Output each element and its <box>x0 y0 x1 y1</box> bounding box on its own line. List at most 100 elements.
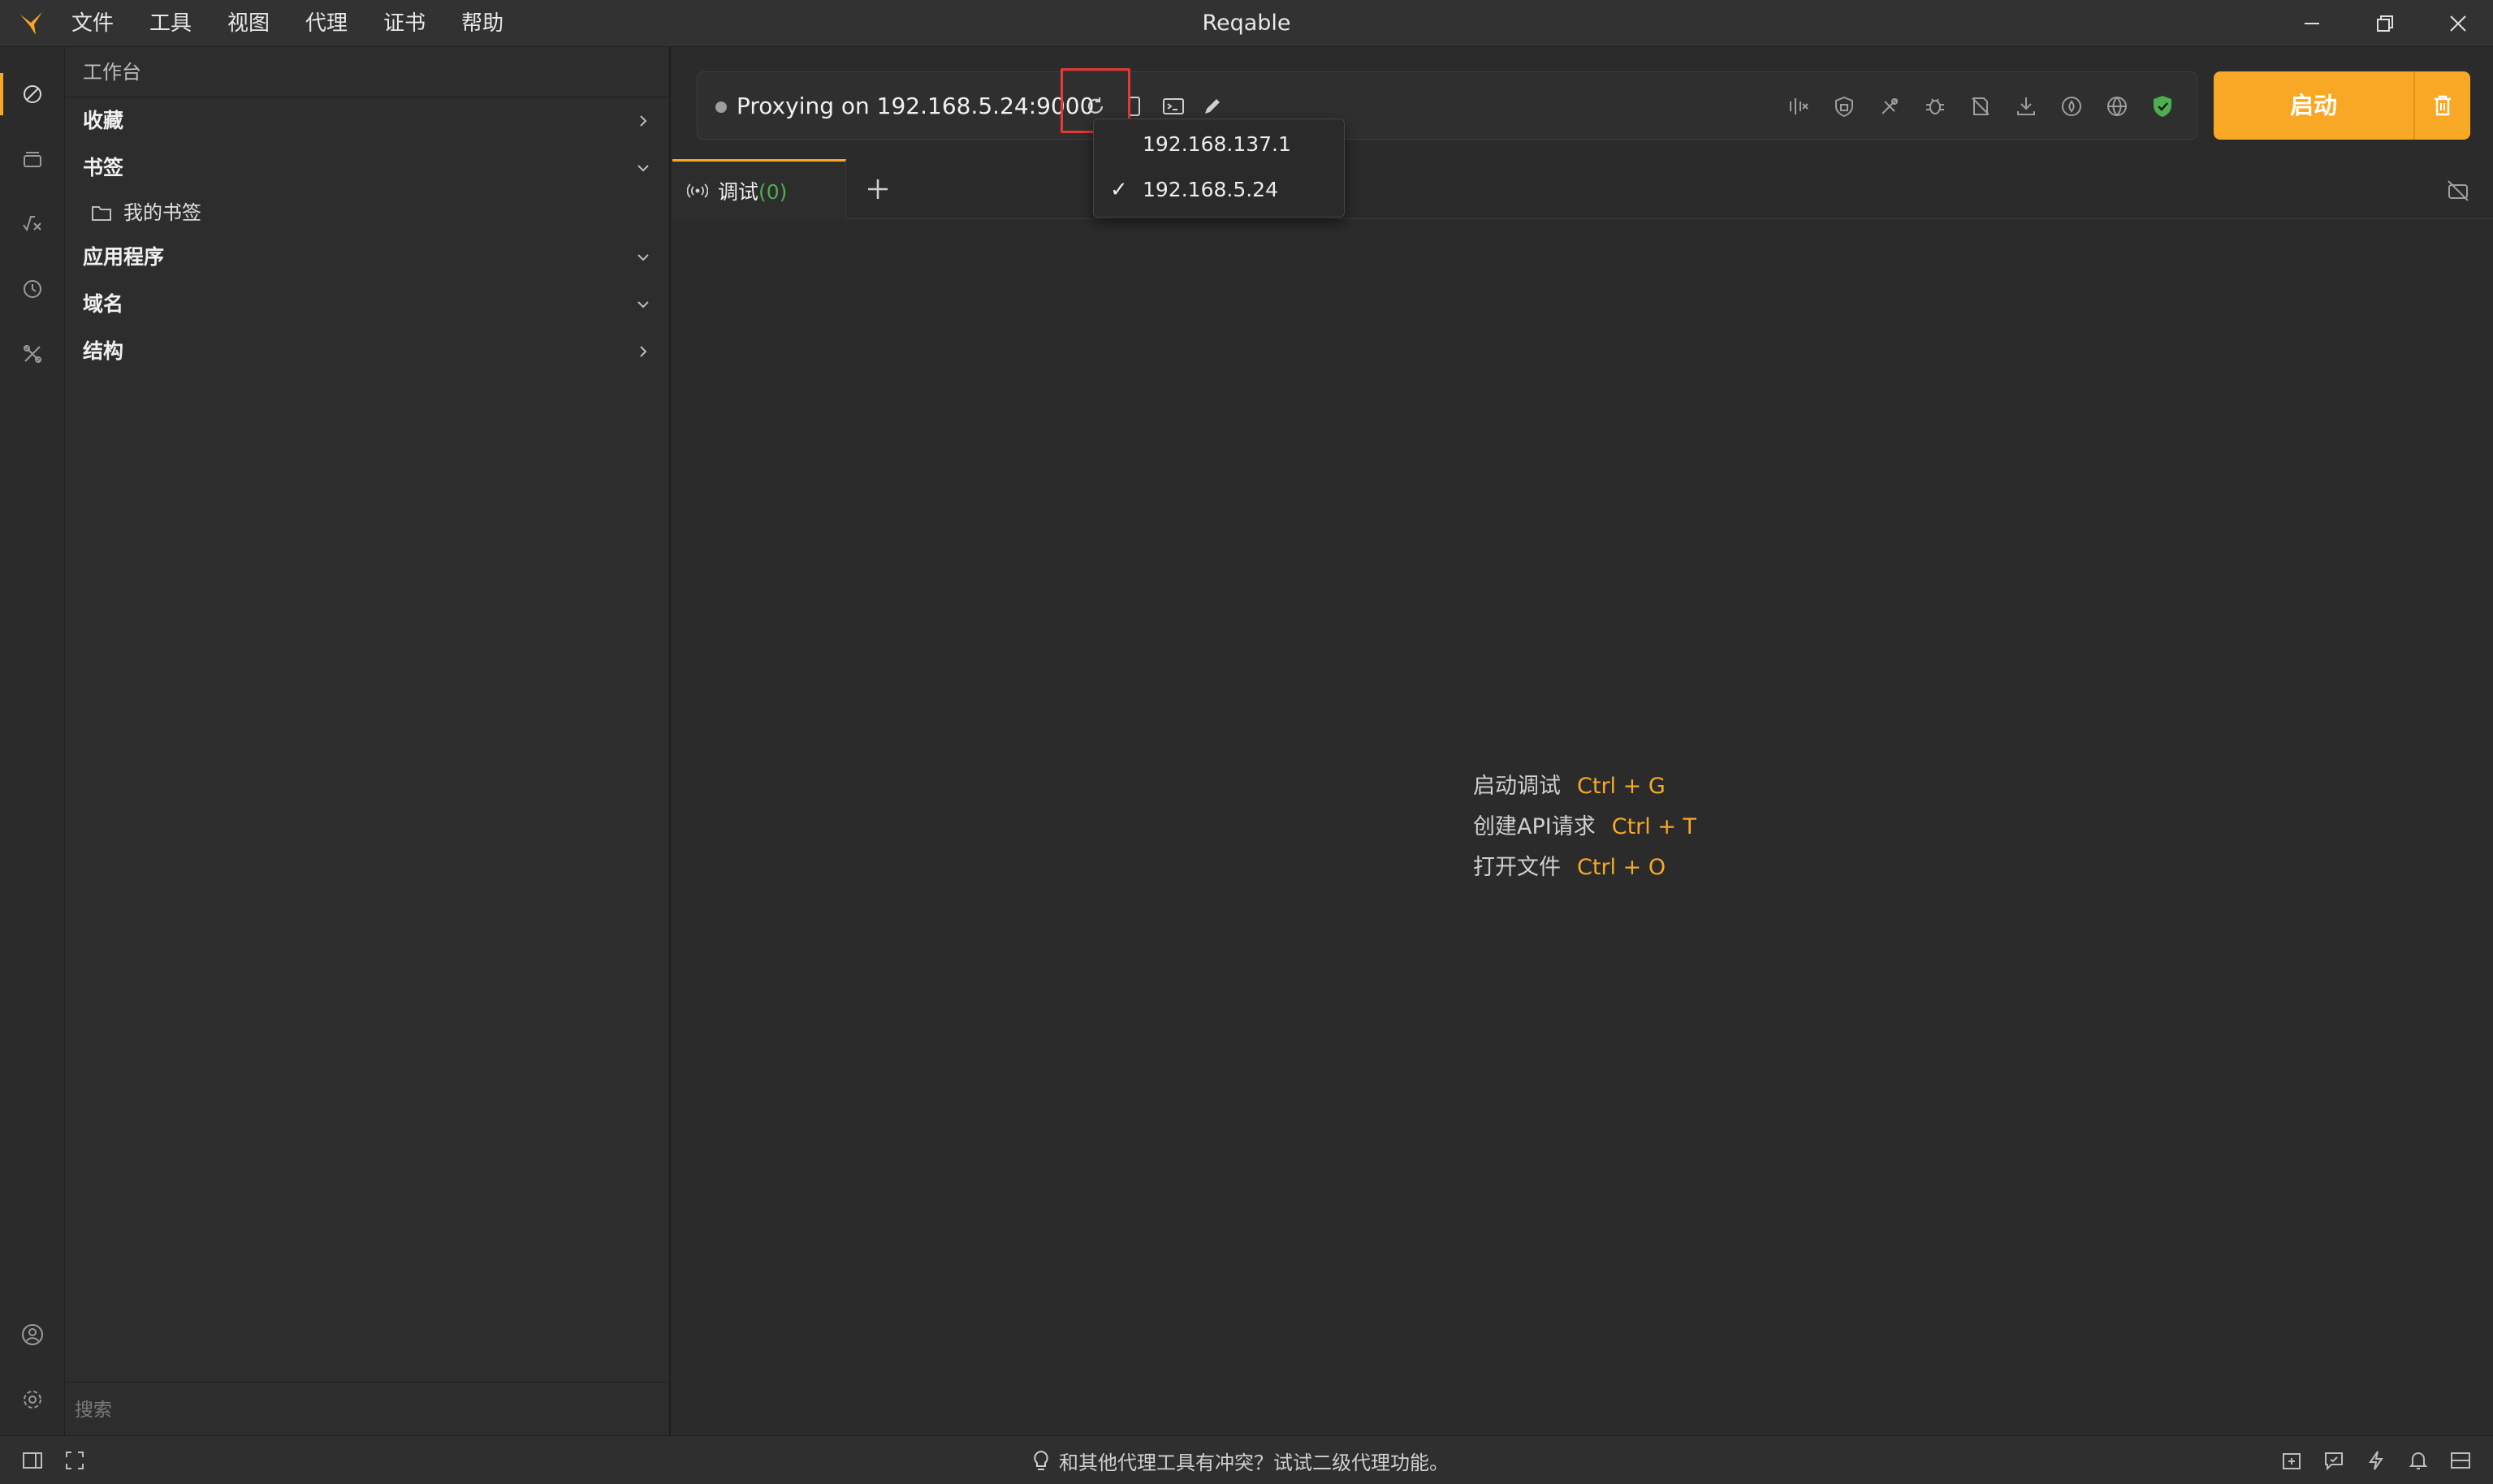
terminal-icon <box>1163 98 1184 114</box>
sidebar-toggle-icon <box>23 1452 42 1469</box>
download-button[interactable] <box>2011 92 2041 121</box>
collections-button[interactable] <box>0 127 65 192</box>
section-label: 应用程序 <box>83 245 165 269</box>
section-label: 书签 <box>83 156 124 179</box>
gateway-button[interactable] <box>2102 92 2132 121</box>
section-favorites[interactable]: 收藏 <box>65 97 669 145</box>
compare-button[interactable] <box>1784 92 1813 121</box>
bell-icon <box>2409 1452 2428 1469</box>
tab-debug[interactable]: 调试(0) <box>672 159 846 219</box>
menu-help[interactable]: 帮助 <box>461 0 521 47</box>
sidebar: 工作台 收藏 书签 我的书签 应用程序 域名 结构 <box>65 47 671 1436</box>
hint-create-api: 创建API请求 Ctrl + T <box>1473 807 1696 848</box>
rewrite-button[interactable] <box>1875 92 1904 121</box>
tab-bar: 调试(0) <box>672 159 2493 219</box>
bookmark-folder-item[interactable]: 我的书签 <box>65 192 669 234</box>
add-tab-button[interactable] <box>861 172 895 206</box>
menu-file[interactable]: 文件 <box>71 0 132 47</box>
chevron-down-icon <box>637 301 649 308</box>
section-label: 结构 <box>83 339 124 363</box>
status-tip[interactable]: 和其他代理工具有冲突？试试二级代理功能。 <box>1031 1436 1449 1484</box>
export-button[interactable] <box>2279 1447 2305 1473</box>
shield-button[interactable] <box>2148 92 2177 121</box>
checkmark-icon: ✓ <box>1110 178 1128 202</box>
settings-button[interactable] <box>0 1367 65 1432</box>
toggle-sidebar-button[interactable] <box>19 1447 45 1473</box>
proxy-status-text[interactable]: Proxying on 192.168.5.24:9000 <box>737 72 1094 140</box>
edit-button[interactable] <box>1198 92 1227 121</box>
mobile-setup-button[interactable] <box>1120 92 1149 121</box>
menu-view[interactable]: 视图 <box>227 0 287 47</box>
script-button[interactable] <box>1966 92 1995 121</box>
section-bookmarks[interactable]: 书签 <box>65 145 669 192</box>
feedback-icon <box>2325 1452 2343 1471</box>
fullscreen-button[interactable] <box>62 1447 88 1473</box>
account-button[interactable] <box>0 1302 65 1367</box>
tab-debug-label: 调试(0) <box>718 176 787 205</box>
throttle-icon <box>2062 97 2081 116</box>
ip-dropdown-menu: 192.168.137.1 ✓ 192.168.5.24 <box>1093 119 1345 218</box>
flash-icon <box>2369 1451 2383 1470</box>
function-icon <box>23 216 41 232</box>
workbench-button[interactable] <box>0 62 65 127</box>
refresh-ip-button[interactable] <box>1081 92 1110 121</box>
hint-start-debug: 启动调试 Ctrl + G <box>1473 766 1696 807</box>
menu-proxy[interactable]: 代理 <box>305 0 365 47</box>
edit-icon <box>1205 99 1220 114</box>
menu-tools[interactable]: 工具 <box>149 0 210 47</box>
feedback-button[interactable] <box>2321 1447 2347 1473</box>
hide-panel-button[interactable] <box>2444 177 2472 205</box>
history-icon <box>24 280 41 298</box>
start-button[interactable]: 启动 <box>2214 71 2470 140</box>
section-domains[interactable]: 域名 <box>65 281 669 328</box>
clear-button[interactable] <box>2415 71 2470 140</box>
history-button[interactable] <box>0 257 65 321</box>
breakpoint-button[interactable] <box>1921 92 1950 121</box>
menu-certificate[interactable]: 证书 <box>383 0 443 47</box>
search-input[interactable] <box>65 1383 669 1436</box>
flash-button[interactable] <box>2363 1447 2389 1473</box>
tools-icon <box>24 345 41 363</box>
throttle-button[interactable] <box>2057 92 2086 121</box>
section-structure[interactable]: 结构 <box>65 328 669 375</box>
proxy-toolbar: Proxying on 192.168.5.24:9000 <box>697 71 2197 140</box>
minimize-button[interactable] <box>2275 0 2348 47</box>
restore-icon <box>2377 15 2393 32</box>
chevron-down-icon <box>637 254 649 261</box>
folder-icon <box>92 206 111 221</box>
layout-icon <box>2451 1452 2470 1469</box>
activity-bar <box>0 47 65 1435</box>
menu-bar: 文件 工具 视图 代理 证书 帮助 <box>71 0 539 47</box>
trash-icon <box>2435 95 2451 116</box>
export-icon <box>2283 1453 2301 1469</box>
lightbulb-icon <box>1034 1450 1048 1470</box>
shield-icon <box>2154 96 2171 117</box>
terminal-button[interactable] <box>1159 92 1188 121</box>
title-bar: 文件 工具 视图 代理 证书 帮助 Reqable <box>0 0 2493 47</box>
restore-button[interactable] <box>2348 0 2422 47</box>
mobile-icon <box>1129 97 1140 116</box>
section-label: 收藏 <box>83 109 124 132</box>
hint-shortcut: Ctrl + O <box>1577 855 1666 880</box>
sidebar-search <box>65 1382 669 1436</box>
ip-option-label: 192.168.5.24 <box>1143 178 1278 201</box>
ip-option-selected[interactable]: ✓ 192.168.5.24 <box>1094 170 1344 210</box>
hint-shortcut: Ctrl + G <box>1577 774 1666 799</box>
ssl-icon <box>1835 96 1853 118</box>
hint-shortcut: Ctrl + T <box>1611 814 1697 839</box>
close-icon <box>2450 15 2466 32</box>
layers-icon <box>24 152 41 167</box>
ip-option[interactable]: 192.168.137.1 <box>1094 124 1344 165</box>
tools-button[interactable] <box>0 321 65 386</box>
notifications-button[interactable] <box>2405 1447 2431 1473</box>
shortcut-hints: 启动调试 Ctrl + G 创建API请求 Ctrl + T 打开文件 Ctrl + … <box>1473 766 1696 888</box>
script-env-button[interactable] <box>0 192 65 257</box>
plus-icon <box>868 179 888 199</box>
layout-button[interactable] <box>2448 1447 2474 1473</box>
ssl-button[interactable] <box>1830 92 1859 121</box>
minimize-icon <box>2305 23 2319 24</box>
compare-icon <box>1790 98 1808 114</box>
section-applications[interactable]: 应用程序 <box>65 234 669 281</box>
section-label: 域名 <box>83 292 124 316</box>
close-button[interactable] <box>2422 0 2493 47</box>
